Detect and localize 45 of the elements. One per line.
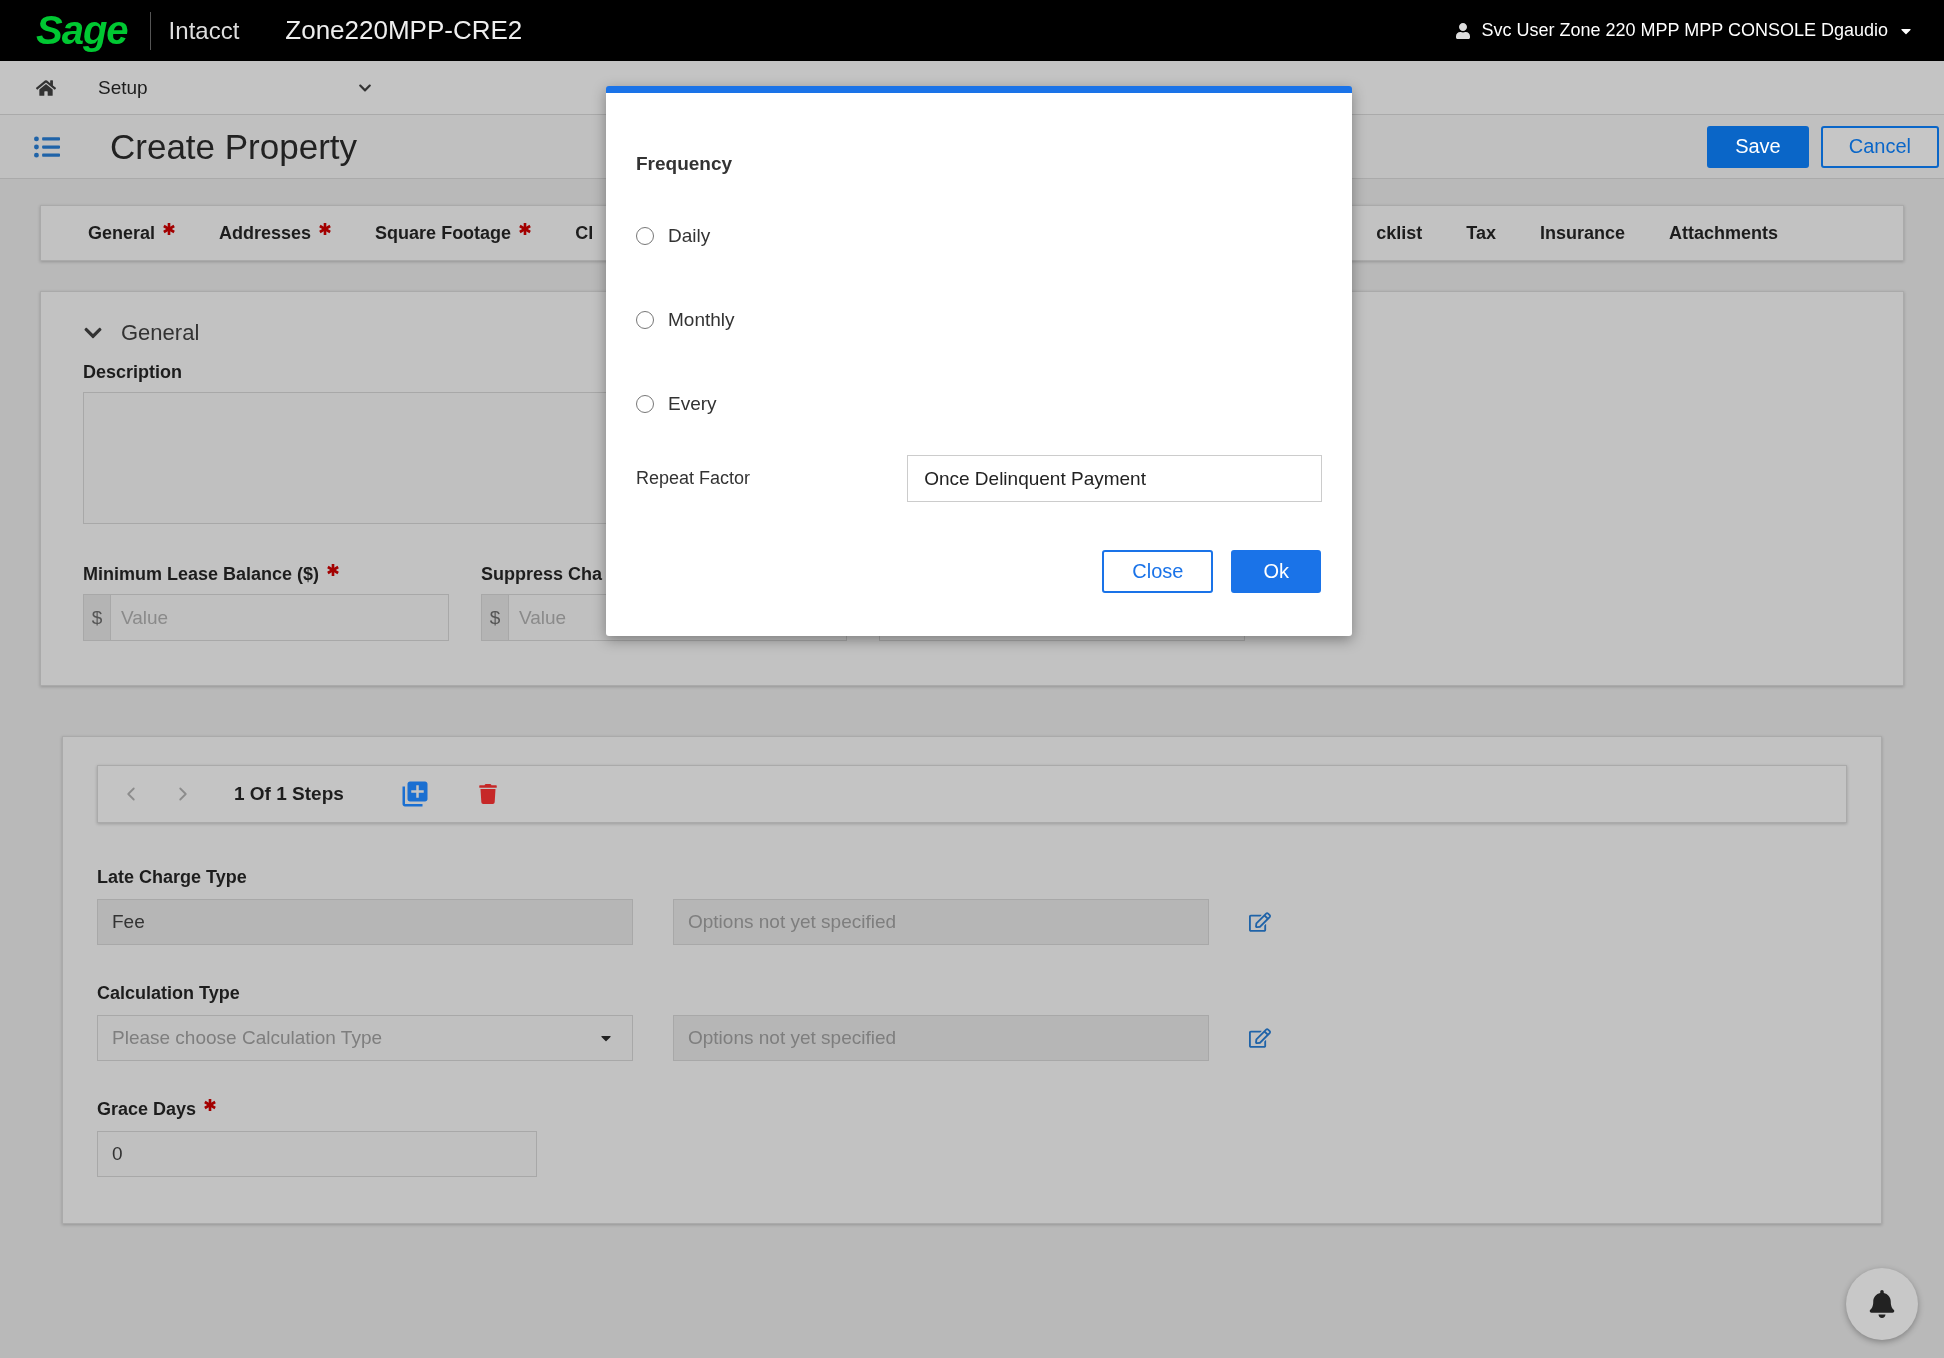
tab[interactable]: Cl bbox=[575, 205, 594, 261]
product-name: Intacct bbox=[168, 16, 240, 45]
user-name[interactable]: Svc User Zone 220 MPP MPP CONSOLE Dgaudio bbox=[1481, 20, 1888, 41]
radio-label: Every bbox=[668, 393, 717, 415]
tab[interactable]: Insurance bbox=[1539, 205, 1625, 261]
field-label: Frequency bbox=[636, 153, 734, 175]
currency-prefix: $ bbox=[83, 594, 111, 641]
tab[interactable]: General bbox=[88, 205, 176, 261]
repeat-factor-field[interactable]: Once Delinquent Payment bbox=[907, 455, 1322, 502]
step-counter: 1 Of 1 Steps bbox=[234, 783, 344, 805]
late-charge-type-field: Fee bbox=[97, 899, 633, 945]
bell-icon bbox=[1868, 1290, 1896, 1318]
field-label: Description bbox=[83, 362, 183, 383]
section-title: General bbox=[121, 320, 200, 346]
tab[interactable]: Tax bbox=[1466, 205, 1496, 261]
home-icon[interactable] bbox=[36, 77, 56, 98]
field-label: Minimum Lease Balance ($) bbox=[83, 564, 320, 585]
options-field: Options not yet specified bbox=[673, 899, 1209, 945]
field-label: Late Charge Type bbox=[97, 867, 247, 888]
radio-label: Daily bbox=[668, 225, 711, 247]
field-label: Suppress Cha bbox=[481, 564, 603, 585]
tab[interactable]: Attachments bbox=[1668, 205, 1778, 261]
delete-button[interactable] bbox=[477, 784, 498, 804]
user-icon bbox=[1455, 22, 1472, 39]
tab[interactable]: Square Footage bbox=[375, 205, 532, 261]
tab[interactable]: Addresses bbox=[219, 205, 332, 261]
options-field: Options not yet specified bbox=[673, 1015, 1209, 1061]
currency-prefix: $ bbox=[481, 594, 509, 641]
field-label: Grace Days bbox=[97, 1099, 197, 1120]
menu-icon[interactable] bbox=[34, 133, 60, 160]
edit-icon[interactable] bbox=[1249, 911, 1271, 933]
field-label: Calculation Type bbox=[97, 983, 240, 1004]
close-button[interactable]: Close bbox=[1102, 550, 1214, 593]
page-title: Create Property bbox=[110, 126, 358, 167]
edit-icon[interactable] bbox=[1249, 1027, 1271, 1049]
radio-label: Monthly bbox=[668, 309, 735, 331]
tab[interactable]: cklist bbox=[1376, 205, 1423, 261]
company-name: Zone220MPP-CRE2 bbox=[285, 15, 523, 46]
save-button[interactable]: Save bbox=[1707, 125, 1809, 168]
field-label: Repeat Factor bbox=[636, 468, 752, 489]
grace-days-field[interactable]: 0 bbox=[97, 1131, 537, 1177]
module-menu[interactable]: Setup bbox=[98, 76, 358, 99]
logo: Sage bbox=[36, 8, 128, 53]
ok-button[interactable]: Ok bbox=[1231, 550, 1321, 593]
notification-button[interactable] bbox=[1846, 1268, 1918, 1340]
